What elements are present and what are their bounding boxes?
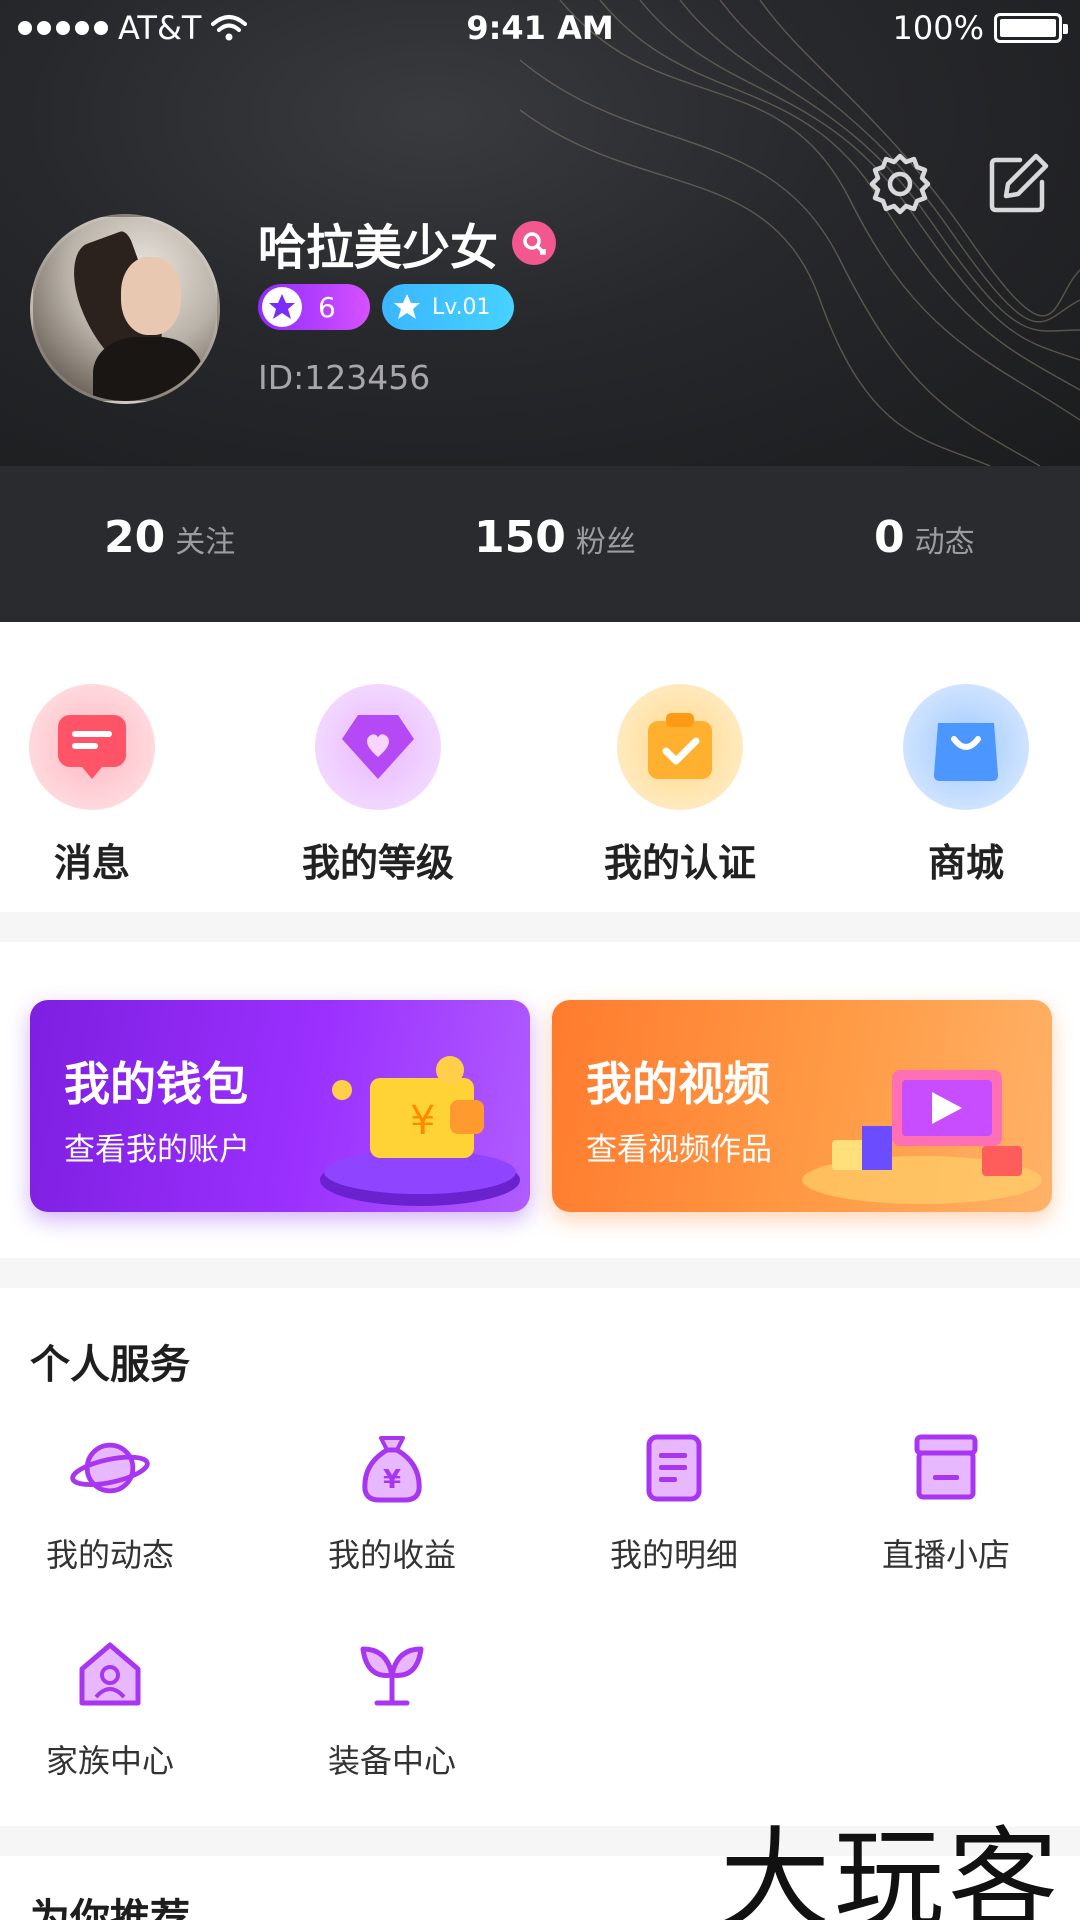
service-equipment-center[interactable]: 装备中心 [292,1634,492,1782]
quick-item-label: 我的认证 [603,841,756,885]
document-icon [634,1428,714,1508]
quick-item-label: 消息 [53,841,130,885]
service-label: 我的明细 [609,1536,738,1574]
user-level-value: Lv.01 [432,294,491,320]
quick-item-shop[interactable]: 商城 [866,684,1066,887]
star-icon [394,294,420,319]
wallet-title: 我的钱包 [64,1057,248,1111]
stat-value: 20 [104,512,166,563]
wealth-level-badge[interactable]: 6 [258,284,370,330]
wave-decoration [520,0,1080,466]
wealth-level-value: 6 [318,290,336,324]
stat-following[interactable]: 20 关注 [104,512,235,563]
status-right: 100% [892,9,1068,47]
avatar[interactable] [30,214,220,404]
edit-icon[interactable] [984,150,1052,218]
status-bar: AT&T 9:41 AM 100% [0,0,1080,56]
service-label: 我的收益 [327,1536,456,1574]
quick-item-label: 商城 [927,841,1004,885]
svg-text:¥: ¥ [383,1465,401,1495]
battery-icon [994,13,1068,43]
shop-icon [903,684,1029,810]
service-label: 直播小店 [881,1536,1010,1574]
settings-icon[interactable] [866,150,934,218]
money-bag-icon: ¥ [352,1428,432,1508]
stat-label: 动态 [914,525,975,560]
quick-item-level[interactable]: 我的等级 [278,684,478,887]
verify-icon [617,684,743,810]
wallet-illustration: ¥ [320,1056,520,1206]
user-id: ID:123456 [258,358,431,397]
service-details[interactable]: 我的明细 [574,1428,774,1576]
quick-menu: 消息 我的等级 我的认证 商城 [0,622,1080,912]
watermark: 大玩客 [720,1816,1062,1920]
profile-screen: AT&T 9:41 AM 100% 哈拉美少女 6 Lv.01 ID:12345… [0,0,1080,1920]
quick-item-label: 我的等级 [301,841,454,885]
stat-label: 粉丝 [575,525,636,560]
personal-services: 个人服务 我的动态 ¥ 我的收益 我的明细 直播小店 家族中心 装备中心 [0,1288,1080,1826]
battery-percent: 100% [892,9,984,47]
service-family-center[interactable]: 家族中心 [10,1634,210,1782]
header-actions [866,150,1052,218]
stat-value: 0 [874,512,905,563]
stats-bar: 20 关注 150 粉丝 0 动态 [0,466,1080,622]
services-title: 个人服务 [30,1342,190,1388]
quick-item-verify[interactable]: 我的认证 [580,684,780,887]
store-icon [906,1428,986,1508]
stat-posts[interactable]: 0 动态 [874,512,975,563]
stat-fans[interactable]: 150 粉丝 [474,512,636,563]
section-divider [0,912,1080,942]
service-my-posts[interactable]: 我的动态 [10,1428,210,1576]
service-earnings[interactable]: ¥ 我的收益 [292,1428,492,1576]
stat-label: 关注 [175,525,236,560]
recommend-title: 为你推荐 [30,1896,190,1920]
svg-text:¥: ¥ [410,1098,435,1144]
section-divider [0,1258,1080,1288]
star-badge-icon [262,287,302,327]
service-live-store[interactable]: 直播小店 [846,1428,1046,1576]
service-label: 装备中心 [327,1742,456,1780]
username: 哈拉美少女 [258,220,499,276]
wallet-banner[interactable]: ¥ 我的钱包 查看我的账户 [30,1000,530,1212]
profile-header: AT&T 9:41 AM 100% 哈拉美少女 6 Lv.01 ID:12345… [0,0,1080,466]
gender-female-icon [512,221,557,265]
user-level-badge[interactable]: Lv.01 [382,284,514,330]
message-icon [29,684,155,810]
video-illustration [802,1070,1042,1204]
username-row: 哈拉美少女 [258,208,557,278]
quick-item-messages[interactable]: 消息 [0,684,192,887]
level-icon [315,684,441,810]
stat-value: 150 [474,512,566,563]
service-label: 家族中心 [45,1742,174,1780]
home-icon [70,1634,150,1714]
service-label: 我的动态 [45,1536,174,1574]
wallet-subtitle: 查看我的账户 [64,1132,250,1168]
banner-row: ¥ 我的钱包 查看我的账户 我的视频 查看视频作品 [0,942,1080,1258]
video-banner[interactable]: 我的视频 查看视频作品 [552,1000,1052,1212]
video-title: 我的视频 [586,1057,770,1111]
badge-row: 6 Lv.01 [258,284,514,330]
planet-icon [70,1428,150,1508]
sprout-icon [352,1634,432,1714]
video-subtitle: 查看视频作品 [586,1132,772,1168]
